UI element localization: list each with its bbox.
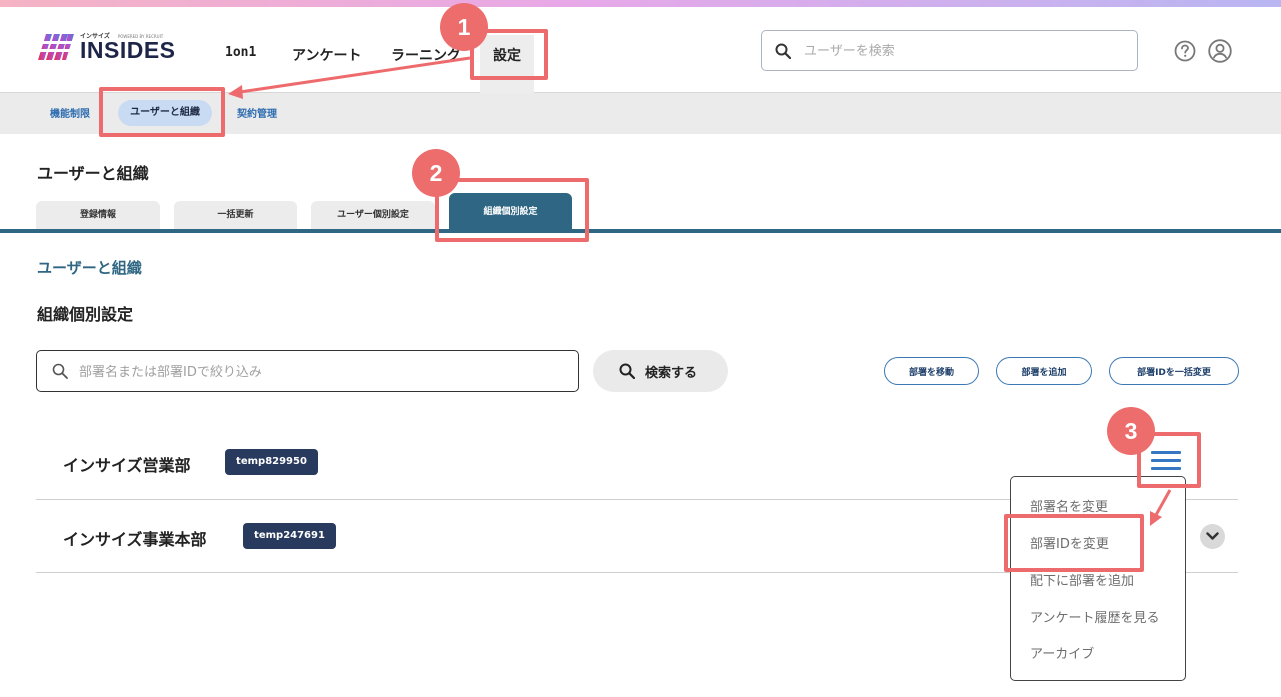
logo-wordmark: INSIDES [80,37,176,63]
help-icon[interactable] [1174,40,1196,62]
user-search-input[interactable] [804,39,1124,63]
breadcrumb[interactable]: ユーザーと組織 [37,257,142,278]
department-filter-box[interactable] [36,350,579,392]
highlight-change-id [1004,514,1144,572]
user-search-box[interactable] [761,30,1138,71]
add-department-button[interactable]: 部署を追加 [996,357,1092,385]
department-id-badge: temp829950 [225,449,318,475]
step-badge-2: 2 [412,149,460,197]
department-name: インサイズ事業本部 [63,530,207,549]
nav-item-1on1[interactable]: 1on1 [225,45,256,60]
logo-mark-icon [38,34,74,60]
search-icon [52,363,68,379]
insides-logo[interactable]: インサイズ POWERED BY RECRUIT INSIDES [38,29,183,69]
expand-button[interactable] [1200,524,1225,549]
tab-bulk-update[interactable]: 一括更新 [174,201,297,229]
subnav-item-contract[interactable]: 契約管理 [237,105,277,120]
chevron-down-icon [1206,532,1219,540]
menu-item-archive[interactable]: アーカイブ [1030,643,1094,662]
step-badge-3: 3 [1107,407,1155,455]
step-badge-1: 1 [440,3,488,51]
highlight-users-orgs [99,87,225,137]
nav-item-survey[interactable]: アンケート [292,45,361,65]
menu-item-rename[interactable]: 部署名を変更 [1030,496,1108,515]
department-filter-input[interactable] [79,360,569,384]
section-title: 組織個別設定 [37,305,134,324]
nav-item-learning[interactable]: ラーニング [391,45,461,65]
department-id-badge: temp247691 [243,523,336,549]
menu-item-survey-history[interactable]: アンケート履歴を見る [1030,607,1159,626]
move-department-button[interactable]: 部署を移動 [884,357,979,385]
search-button[interactable]: 検索する [593,350,728,392]
page-title: ユーザーと組織 [37,164,149,183]
highlight-org-settings-tab [435,178,589,242]
search-icon [619,363,635,379]
app-header: インサイズ POWERED BY RECRUIT INSIDES 1on1 アンケ… [0,7,1281,93]
bulk-change-id-button[interactable]: 部署IDを一括変更 [1109,357,1239,385]
tab-underline [0,229,1281,233]
top-gradient-stripe [0,0,1281,7]
tab-registration-info[interactable]: 登録情報 [36,201,160,229]
search-icon [775,43,791,59]
department-actions-menu: 部署名を変更 部署IDを変更 配下に部署を追加 アンケート履歴を見る アーカイブ [1010,476,1186,681]
subnav-item-feature-restriction[interactable]: 機能制限 [50,105,90,120]
user-account-icon[interactable] [1208,39,1232,63]
tab-user-settings[interactable]: ユーザー個別設定 [311,201,435,229]
department-name: インサイズ営業部 [63,456,191,475]
menu-item-add-child[interactable]: 配下に部署を追加 [1030,570,1134,589]
search-button-label: 検索する [645,366,698,381]
